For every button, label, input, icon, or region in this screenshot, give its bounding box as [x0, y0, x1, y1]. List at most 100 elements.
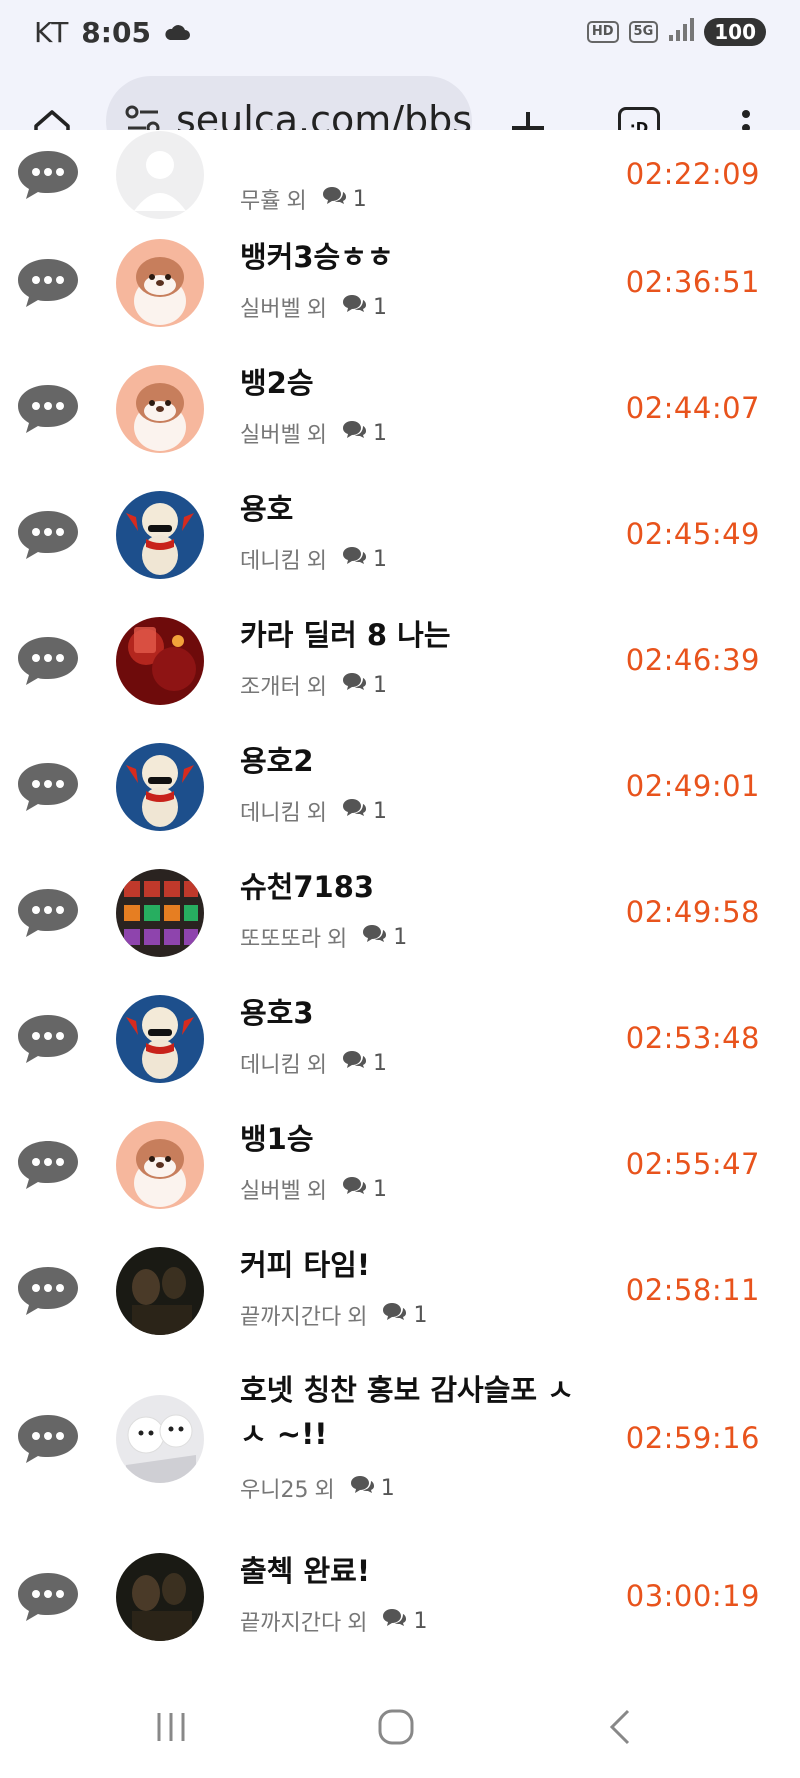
author-name[interactable]: 데니킴	[240, 1047, 301, 1079]
post-row[interactable]: 뱅커3승ㅎㅎ 실버벨 외 1 02:36:51	[0, 220, 800, 348]
avatar[interactable]	[116, 1247, 204, 1335]
chat-bubble-icon	[16, 1265, 80, 1321]
comment-count-value: 1	[372, 1176, 387, 1202]
author-name[interactable]: 또또또라	[240, 921, 321, 953]
chat-bubble-icon	[16, 1013, 80, 1069]
author-separator: 외	[306, 297, 327, 322]
comment-count-value: 1	[372, 798, 387, 824]
avatar[interactable]	[116, 1553, 204, 1641]
author-name[interactable]: 끝까지간다	[240, 1605, 341, 1637]
author-name[interactable]: 무휼	[240, 183, 280, 215]
post-title[interactable]: 뱅커3승ㅎㅎ	[240, 235, 600, 279]
author-separator: 외	[306, 423, 327, 448]
post-title[interactable]: 호넷 칭찬 홍보 감사슬포 ㅅㅅ ~!!	[240, 1368, 600, 1456]
chat-bubble-icon	[16, 1571, 80, 1627]
post-meta: 데니킴 외 1	[240, 543, 387, 575]
recent-apps-icon[interactable]	[141, 1702, 201, 1752]
back-nav-icon[interactable]	[590, 1702, 650, 1752]
chat-bubble-icon	[16, 1139, 80, 1195]
post-title[interactable]: 용호3	[240, 991, 600, 1035]
author-name[interactable]: 데니킴	[240, 543, 301, 575]
status-left: KT 8:05	[34, 16, 191, 49]
author-name[interactable]: 데니킴	[240, 795, 301, 827]
post-title[interactable]: 카라 딜러 8 나는	[240, 613, 600, 657]
post-row[interactable]: 호넷 칭찬 홍보 감사슬포 ㅅㅅ ~!! 우니25 외 1 02:59:16	[0, 1354, 800, 1526]
chat-bubble-icon	[16, 1413, 80, 1469]
comment-icon	[341, 798, 367, 824]
chat-bubble-icon	[16, 509, 80, 565]
post-time: 02:49:58	[625, 895, 760, 929]
post-time: 02:44:07	[625, 391, 760, 425]
hd-badge: HD	[586, 21, 619, 43]
post-row[interactable]: 뱅1승 실버벨 외 1 02:55:47	[0, 1102, 800, 1230]
author-name[interactable]: 실버벨	[240, 291, 301, 323]
comment-icon	[341, 1050, 367, 1076]
avatar[interactable]	[116, 617, 204, 705]
post-title[interactable]: 슈천7183	[240, 865, 600, 909]
author-name[interactable]: 실버벨	[240, 1173, 301, 1205]
avatar[interactable]	[116, 1395, 204, 1483]
chat-bubble-icon	[16, 887, 80, 943]
chat-bubble-icon	[16, 635, 80, 691]
post-title[interactable]: 커피 타임!	[240, 1243, 600, 1287]
author-name[interactable]: 우니25	[240, 1472, 308, 1504]
post-row[interactable]: 출첵 완료! 끝까지간다 외 1 03:00:19	[0, 1524, 800, 1672]
chat-bubble-icon	[16, 383, 80, 439]
author-separator: 외	[306, 1179, 327, 1204]
author-name[interactable]: 조개터	[240, 669, 301, 701]
comment-count: 1	[341, 294, 387, 320]
post-row[interactable]: 무휼 외 1 02:22:09	[0, 130, 800, 222]
post-row[interactable]: 슈천7183 또또또라 외 1 02:49:58	[0, 850, 800, 978]
avatar[interactable]	[116, 131, 204, 219]
author-name[interactable]: 끝까지간다	[240, 1299, 341, 1331]
avatar[interactable]	[116, 1121, 204, 1209]
comment-count: 1	[341, 420, 387, 446]
author-separator: 외	[286, 189, 307, 214]
post-row[interactable]: 용호데니킴 외 1 02:45:49	[0, 472, 800, 600]
post-title[interactable]: 뱅1승	[240, 1117, 600, 1161]
comment-count: 1	[341, 798, 387, 824]
comment-count: 1	[349, 1475, 395, 1501]
chat-bubble-icon	[16, 761, 80, 817]
post-meta: 데니킴 외 1	[240, 1047, 387, 1079]
post-time: 03:00:19	[625, 1579, 760, 1613]
avatar[interactable]	[116, 365, 204, 453]
avatar[interactable]	[116, 995, 204, 1083]
post-title[interactable]: 뱅2승	[240, 361, 600, 405]
author-name[interactable]: 실버벨	[240, 417, 301, 449]
post-row[interactable]: 커피 타임! 끝까지간다 외 1 02:58:11	[0, 1228, 800, 1356]
battery-indicator: 100	[704, 18, 766, 46]
cloud-icon	[163, 16, 191, 49]
post-row[interactable]: 용호3 데니킴 외 1 02:53:48	[0, 976, 800, 1104]
comment-count: 1	[341, 1050, 387, 1076]
system-nav-bar	[0, 1670, 800, 1778]
author-separator: 외	[306, 1053, 327, 1078]
carrier-label: KT	[34, 16, 70, 49]
home-nav-icon[interactable]	[366, 1702, 426, 1752]
post-time: 02:45:49	[625, 517, 760, 551]
avatar[interactable]	[116, 743, 204, 831]
comment-count: 1	[361, 924, 407, 950]
avatar[interactable]	[116, 239, 204, 327]
post-time: 02:58:11	[625, 1273, 760, 1307]
comment-icon	[341, 1176, 367, 1202]
post-meta: 실버벨 외 1	[240, 1173, 387, 1205]
avatar[interactable]	[116, 491, 204, 579]
post-title[interactable]: 출첵 완료!	[240, 1549, 600, 1593]
post-row[interactable]: 뱅2승실버벨 외 1 02:44:07	[0, 346, 800, 474]
comment-count-value: 1	[372, 672, 387, 698]
post-title[interactable]: 용호	[240, 487, 600, 531]
comment-icon	[341, 294, 367, 320]
avatar[interactable]	[116, 869, 204, 957]
post-row[interactable]: 카라 딜러 8 나는 조개터 외 1 02:46:39	[0, 598, 800, 726]
post-row[interactable]: 용호2 데니킴 외 1 02:49:01	[0, 724, 800, 852]
chat-bubble-icon	[16, 257, 80, 313]
comment-icon	[381, 1608, 407, 1634]
author-separator: 외	[314, 1478, 335, 1503]
signal-icon	[668, 18, 695, 46]
post-title[interactable]: 용호2	[240, 739, 600, 783]
post-meta: 끝까지간다 외 1	[240, 1299, 427, 1331]
comment-count-value: 1	[380, 1475, 395, 1501]
post-time: 02:36:51	[625, 265, 760, 299]
author-separator: 외	[347, 1305, 368, 1330]
